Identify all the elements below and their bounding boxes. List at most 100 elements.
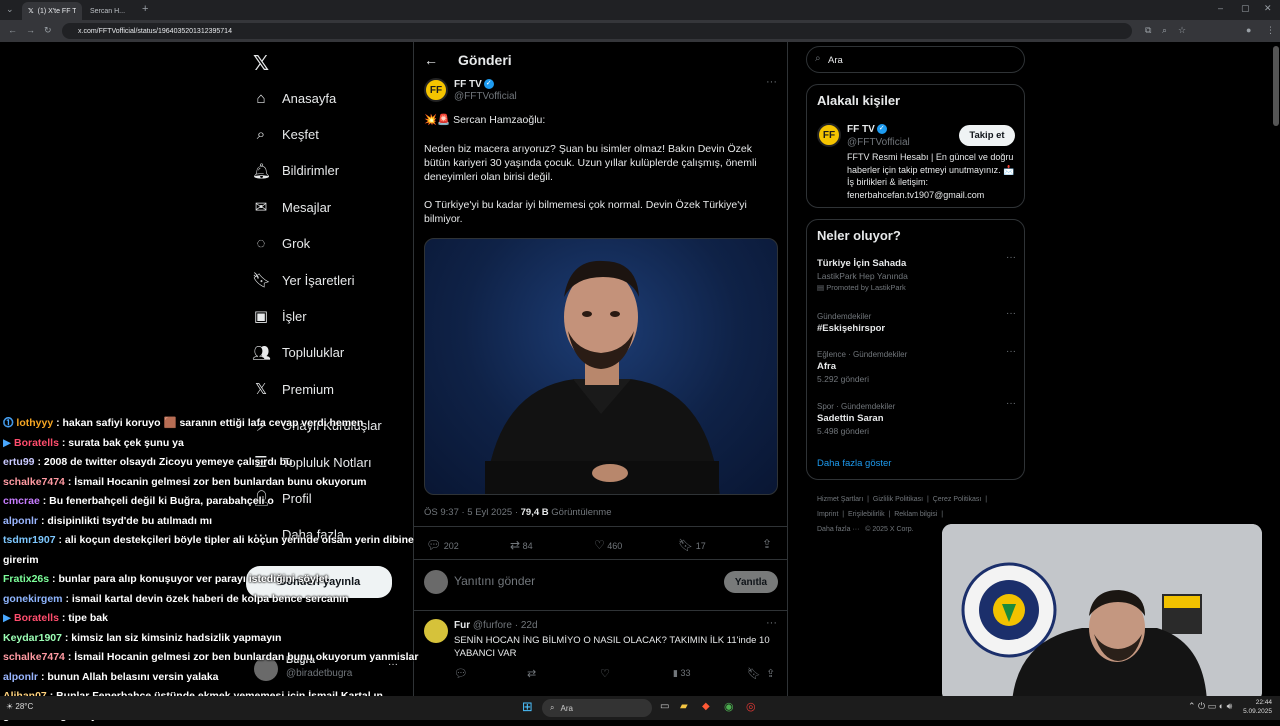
weather-widget[interactable]: ☀ 28°C xyxy=(6,702,33,711)
trend-more-icon[interactable]: ··· xyxy=(1006,398,1016,409)
x-logo-icon[interactable]: 𝕏 xyxy=(253,51,269,76)
footer-link[interactable]: Imprint xyxy=(817,511,838,518)
chat-message: Fratix26s : bunlar para alıp konuşuyor v… xyxy=(0,570,420,590)
tab-sercan[interactable]: Sercan H... xyxy=(84,2,136,20)
menu-icon[interactable]: ⋮ xyxy=(1266,25,1275,36)
reply-views[interactable]: ▮ 33 xyxy=(673,668,690,679)
tray-icons[interactable]: ⌃ ⏻ ▭ ◐ 🔊︎ xyxy=(1188,701,1232,712)
post-more-icon[interactable]: ··· xyxy=(766,76,777,88)
sidebar-item-8[interactable]: 𝕏Premium xyxy=(252,377,334,401)
reply-share-icon[interactable]: ⇪ xyxy=(766,667,775,680)
sidebar-item-2[interactable]: 🔔︎Bildirimler xyxy=(252,159,339,183)
chat-username: gonekirgem xyxy=(3,593,63,605)
reply-more-icon[interactable]: ··· xyxy=(766,617,777,629)
app-icon[interactable]: ◎ xyxy=(746,700,756,713)
x-logo-icon: 𝕏 xyxy=(252,380,270,398)
weather-text: 28°C xyxy=(15,702,33,711)
trend-item[interactable]: Gündemdekiler#Eskişehirspor··· xyxy=(817,312,1016,334)
footer-link[interactable]: Daha fazla ··· xyxy=(817,526,859,533)
footer-link[interactable]: Gizlilik Politikası xyxy=(873,496,923,503)
clock-date: 5.09.2025 xyxy=(1242,707,1272,716)
footer-link[interactable]: Erişilebilirlik xyxy=(848,511,885,518)
author-handle[interactable]: @FFTVofficial xyxy=(454,91,517,102)
new-tab-icon[interactable]: + xyxy=(142,3,148,15)
star-icon[interactable]: ☆ xyxy=(1178,25,1186,36)
person-illustration xyxy=(425,239,778,495)
trend-more-icon[interactable]: ··· xyxy=(1006,346,1016,357)
footer-link[interactable]: Çerez Politikası xyxy=(933,496,982,503)
file-explorer-icon[interactable]: ▰ xyxy=(680,701,688,712)
bookmark-action[interactable]: 🔖︎ 17 xyxy=(678,538,706,552)
sidebar-item-3[interactable]: ✉Mesajlar xyxy=(252,195,331,219)
sidebar-item-4[interactable]: ◌Grok xyxy=(252,232,310,256)
close-window-icon[interactable]: ✕ xyxy=(1264,3,1272,14)
clock[interactable]: 22:44 5.09.2025 xyxy=(1242,698,1272,716)
profile-icon[interactable]: ● xyxy=(1246,25,1251,35)
chat-username: ertu99 xyxy=(3,456,35,468)
back-arrow-icon[interactable]: ← xyxy=(424,52,438,68)
author-avatar[interactable]: FF xyxy=(424,78,448,102)
chat-username: cmcrae xyxy=(3,495,40,507)
reply-reply-icon[interactable]: 💬︎ xyxy=(454,667,468,680)
trend-more-icon[interactable]: ··· xyxy=(1006,308,1016,319)
minimize-icon[interactable]: – xyxy=(1218,3,1223,13)
reload-icon[interactable]: ↻ xyxy=(44,25,52,36)
zoom-icon[interactable]: ⌕ xyxy=(1162,25,1167,36)
trend-item[interactable]: Spor · GündemdekilerSadettin Saran5.498 … xyxy=(817,402,1016,436)
footer-link[interactable]: Hizmet Şartları xyxy=(817,496,863,503)
show-more-link[interactable]: Daha fazla göster xyxy=(817,458,891,469)
sidebar-item-7[interactable]: 👥︎Topluluklar xyxy=(252,341,344,365)
reply-button[interactable]: Yanıtla xyxy=(724,571,778,593)
trend-item[interactable]: Türkiye İçin SahadaLastikPark Hep Yanınd… xyxy=(817,256,1016,292)
back-icon[interactable]: ← xyxy=(8,25,17,35)
author-name[interactable]: FF TV✓ xyxy=(454,79,494,90)
trend-item[interactable]: Eğlence · GündemdekilerAfra5.292 gönderi… xyxy=(817,350,1016,384)
chat-text: : bunun Allah belasını versin yalaka xyxy=(41,671,219,683)
reply-like-icon[interactable]: ♡ xyxy=(600,667,610,680)
forward-icon[interactable]: → xyxy=(26,25,35,35)
sidebar-item-0[interactable]: ⌂Anasayfa xyxy=(252,86,336,110)
trend-more-icon[interactable]: ··· xyxy=(1006,252,1016,263)
chat-text: : bunlar para alıp konuşuyor ver parayı … xyxy=(52,573,328,585)
follow-button[interactable]: Takip et xyxy=(959,125,1015,146)
footer-link[interactable]: Reklam bilgisi xyxy=(894,511,937,518)
reply-item[interactable]: Fur @furfore · 22d ··· SENİN HOCAN İNG B… xyxy=(414,611,787,701)
brave-icon[interactable]: ◆ xyxy=(702,701,710,712)
start-icon[interactable]: ⊞ xyxy=(522,699,533,715)
tab-x-post[interactable]: 𝕏 (1) X'te FF TV: "💥🚨 xyxy=(22,2,82,20)
trend-name: Afra xyxy=(817,361,1016,372)
sidebar-item-5[interactable]: 🔖︎Yer İşaretleri xyxy=(252,268,355,292)
reply-view-count: 33 xyxy=(680,668,690,678)
chat-message: girerim xyxy=(0,551,420,571)
maximize-icon[interactable]: ▢ xyxy=(1241,3,1250,14)
like-action[interactable]: ♡ 460 xyxy=(594,538,622,552)
sidebar-item-6[interactable]: ▣İşler xyxy=(252,304,307,328)
sidebar-item-1[interactable]: ⌕Keşfet xyxy=(252,122,319,146)
chrome-icon[interactable]: ◉ xyxy=(724,700,734,713)
repost-action[interactable]: ⇄ 84 xyxy=(510,538,533,552)
chat-text: : ismail kartal devin özek haberi de kol… xyxy=(65,593,348,605)
address-input[interactable]: x.com/FFTVofficial/status/19640352013123… xyxy=(62,23,1132,39)
share-icon[interactable]: ⇪ xyxy=(762,537,772,551)
briefcase-icon: ▣ xyxy=(252,307,270,325)
tab-search-icon[interactable]: ⌄ xyxy=(6,4,14,15)
reply-bookmark-icon[interactable]: 🔖︎ xyxy=(747,667,761,680)
sidebar-item-label: Yer İşaretleri xyxy=(282,273,355,288)
task-view-icon[interactable]: ▭ xyxy=(660,701,669,712)
taskbar-search[interactable]: ⌕Ara xyxy=(542,699,652,717)
reply-input[interactable]: Yanıtını gönder xyxy=(454,574,535,588)
scrollbar-thumb[interactable] xyxy=(1273,46,1279,126)
related-avatar[interactable]: FF xyxy=(817,123,841,147)
reply-action[interactable]: 💬︎ 202 xyxy=(426,538,459,552)
search-icon: ⌕ xyxy=(252,126,270,143)
post-image[interactable] xyxy=(424,238,778,495)
sidebar-item-label: Mesajlar xyxy=(282,200,331,215)
reply-repost-icon[interactable]: ⇄ xyxy=(527,667,536,680)
follow-label: Takip et xyxy=(969,130,1004,141)
repost-icon: ⇄ xyxy=(510,538,520,552)
extension-icon[interactable]: ⧉ xyxy=(1145,25,1151,36)
related-name[interactable]: FF TV✓ xyxy=(847,124,887,135)
stream-chat-overlay: ⓵ lothyyy : hakan safiyi koruyo 🟫 saranı… xyxy=(0,414,420,720)
search-input[interactable]: ⌕ Ara xyxy=(806,46,1025,73)
related-people-card: Alakalı kişiler FF FF TV✓ @FFTVofficial … xyxy=(806,84,1025,208)
